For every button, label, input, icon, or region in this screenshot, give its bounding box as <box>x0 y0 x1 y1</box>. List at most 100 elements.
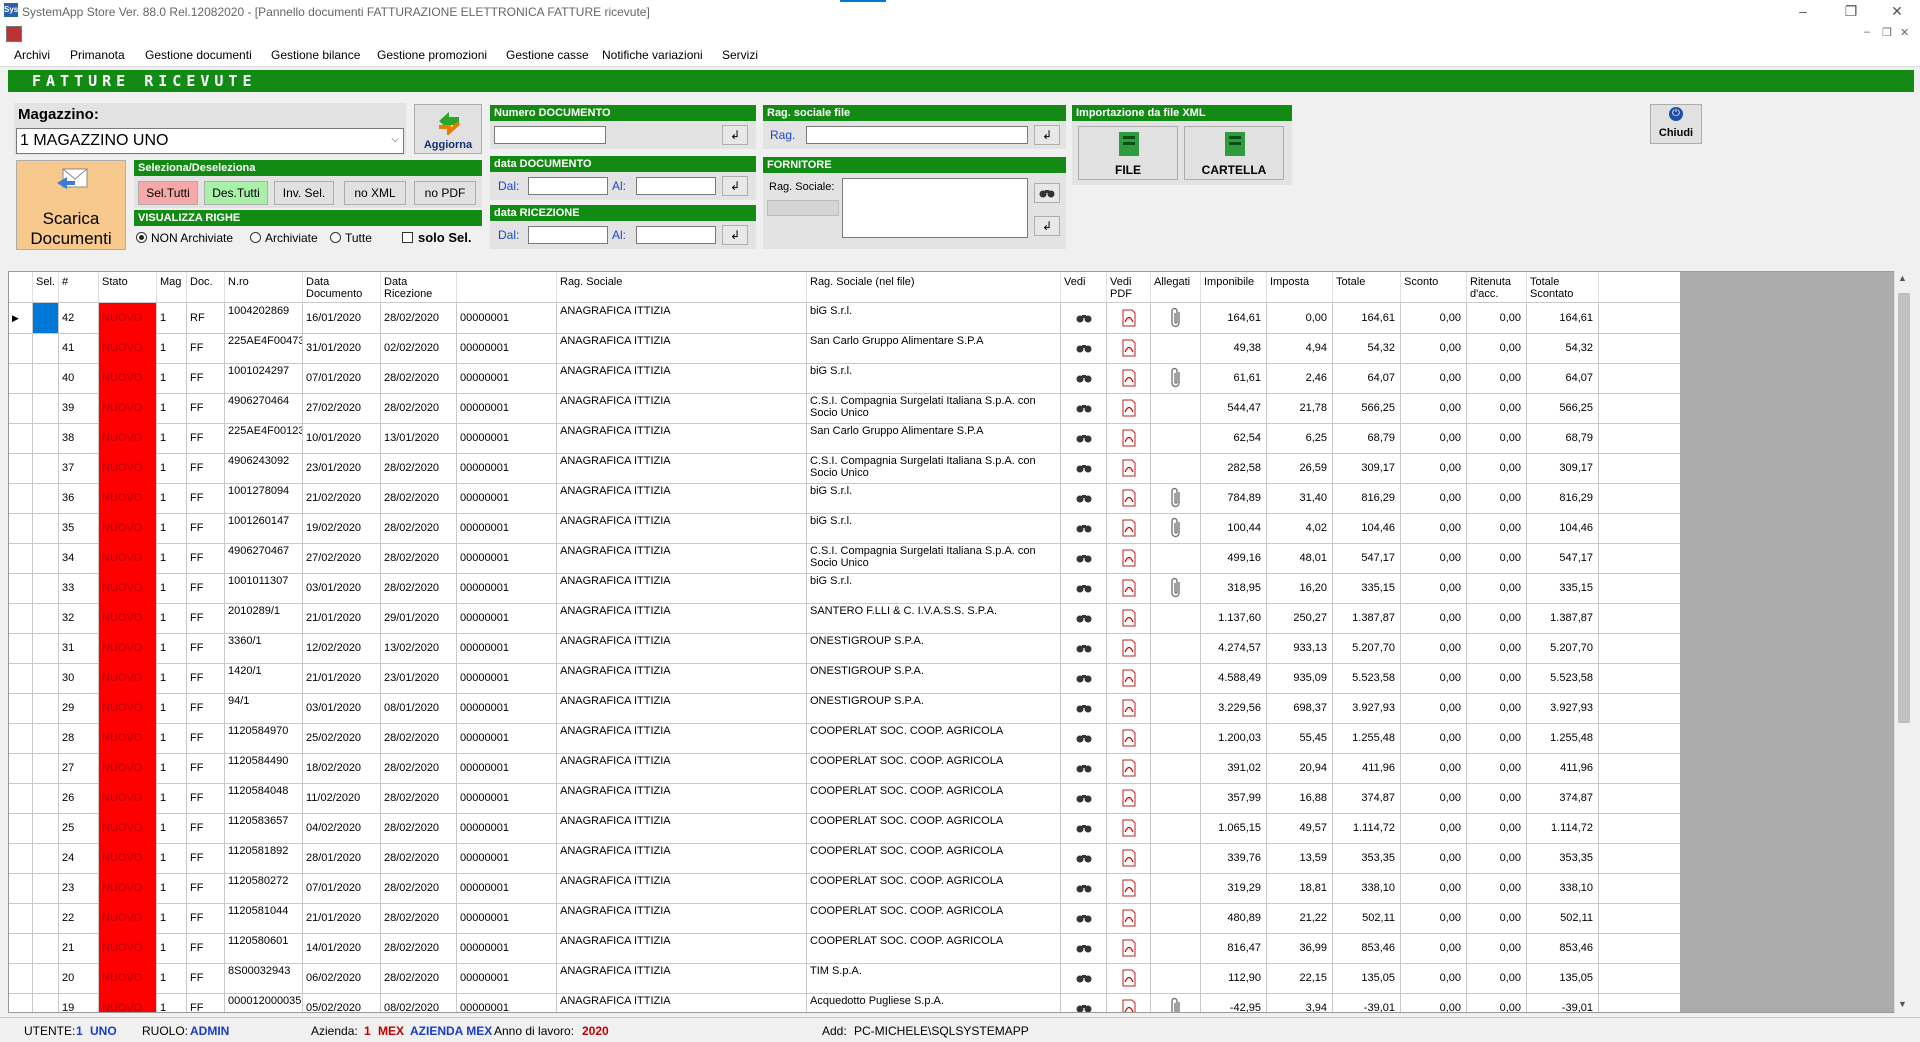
vedi-pdf-button[interactable] <box>1107 993 1151 1012</box>
column-header-id[interactable]: # <box>59 272 99 302</box>
vedi-pdf-button[interactable] <box>1107 543 1151 573</box>
vedi-pdf-button[interactable] <box>1107 603 1151 633</box>
fornitore-enter-button[interactable]: ↲ <box>1034 216 1060 236</box>
table-row[interactable]: 40 NUOVO 1 FF 1001024297 07/01/2020 28/02/2020… <box>9 363 1681 394</box>
column-header-tot_scontato[interactable]: Totale Scontato <box>1527 272 1599 302</box>
vedi-button[interactable] <box>1061 603 1107 633</box>
column-header-totale[interactable]: Totale <box>1333 272 1401 302</box>
fornitore-code-field[interactable] <box>767 200 839 216</box>
vedi-pdf-button[interactable] <box>1107 723 1151 753</box>
table-row[interactable]: 29 NUOVO 1 FF 94/1 03/01/2020 08/01/2020 000000… <box>9 693 1681 724</box>
table-row[interactable]: 41 NUOVO 1 FF 225AE4F00473 31/01/2020 02/02/20… <box>9 333 1681 364</box>
vedi-button[interactable] <box>1061 633 1107 663</box>
menu-gestione-documenti[interactable]: Gestione documenti <box>145 48 252 62</box>
row-select-cell[interactable] <box>33 603 59 633</box>
row-select-cell[interactable] <box>33 393 59 423</box>
minimize-icon[interactable]: – <box>1788 2 1818 20</box>
row-select-cell[interactable] <box>33 843 59 873</box>
mdi-close-icon[interactable]: ✕ <box>1900 26 1909 39</box>
row-select-cell[interactable] <box>33 963 59 993</box>
data-ricezione-al-input[interactable] <box>636 226 716 244</box>
vedi-pdf-button[interactable] <box>1107 393 1151 423</box>
close-icon[interactable]: ✕ <box>1882 2 1912 20</box>
vedi-button[interactable] <box>1061 873 1107 903</box>
archiviate-radio[interactable] <box>250 232 261 243</box>
menu-servizi[interactable]: Servizi <box>722 48 758 62</box>
menu-notifiche-variazioni[interactable]: Notifiche variazioni <box>602 48 703 62</box>
solo-sel-checkbox[interactable] <box>402 232 413 243</box>
menu-gestione-promozioni[interactable]: Gestione promozioni <box>377 48 487 62</box>
row-select-cell[interactable] <box>33 933 59 963</box>
data-ricezione-enter-button[interactable]: ↲ <box>722 225 748 245</box>
menu-archivi[interactable]: Archivi <box>14 48 50 62</box>
import-file-button[interactable]: FILE <box>1078 126 1178 180</box>
menu-primanota[interactable]: Primanota <box>70 48 125 62</box>
column-header-allegati[interactable]: Allegati <box>1151 272 1201 302</box>
allegati-cell[interactable] <box>1151 483 1201 513</box>
allegati-cell[interactable] <box>1151 303 1201 333</box>
vedi-button[interactable] <box>1061 903 1107 933</box>
fornitore-textarea[interactable] <box>842 178 1028 238</box>
row-select-cell[interactable] <box>33 873 59 903</box>
vedi-pdf-button[interactable] <box>1107 963 1151 993</box>
column-header-imposta[interactable]: Imposta <box>1267 272 1333 302</box>
no-xml-button[interactable]: no XML <box>344 181 406 205</box>
table-row[interactable]: 23 NUOVO 1 FF 1120580272 07/01/2020 28/02/2020… <box>9 873 1681 904</box>
vedi-button[interactable] <box>1061 723 1107 753</box>
row-select-cell[interactable] <box>33 663 59 693</box>
vedi-button[interactable] <box>1061 573 1107 603</box>
vedi-pdf-button[interactable] <box>1107 303 1151 333</box>
vedi-button[interactable] <box>1061 333 1107 363</box>
table-row[interactable]: 24 NUOVO 1 FF 1120581892 28/01/2020 28/02/2020… <box>9 843 1681 874</box>
table-row[interactable]: 19 NUOVO 1 FF 000012000035 05/02/2020 08/02/20… <box>9 993 1681 1012</box>
numero-documento-enter-button[interactable]: ↲ <box>722 125 748 145</box>
allegati-cell[interactable] <box>1151 513 1201 543</box>
vedi-pdf-button[interactable] <box>1107 903 1151 933</box>
vedi-button[interactable] <box>1061 513 1107 543</box>
column-header-rag_file[interactable]: Rag. Sociale (nel file) <box>807 272 1061 302</box>
table-row[interactable]: 25 NUOVO 1 FF 1120583657 04/02/2020 28/02/2020… <box>9 813 1681 844</box>
table-row[interactable]: 27 NUOVO 1 FF 1120584490 18/02/2020 28/02/2020… <box>9 753 1681 784</box>
row-select-cell[interactable] <box>33 783 59 813</box>
table-row[interactable]: 20 NUOVO 1 FF 8S00032943 06/02/2020 28/02/2020… <box>9 963 1681 994</box>
import-cartella-button[interactable]: CARTELLA <box>1184 126 1284 180</box>
column-header-mag[interactable]: Mag <box>157 272 187 302</box>
row-select-cell[interactable] <box>33 693 59 723</box>
scroll-up-icon[interactable]: ▲ <box>1898 273 1907 283</box>
numero-documento-input[interactable] <box>494 126 606 144</box>
column-header-code[interactable] <box>457 272 557 302</box>
table-row[interactable]: 22 NUOVO 1 FF 1120581044 21/01/2020 28/02/2020… <box>9 903 1681 934</box>
row-select-cell[interactable] <box>33 633 59 663</box>
vedi-pdf-button[interactable] <box>1107 423 1151 453</box>
inv-sel-button[interactable]: Inv. Sel. <box>274 181 334 205</box>
vedi-pdf-button[interactable] <box>1107 843 1151 873</box>
column-header-sconto[interactable]: Sconto <box>1401 272 1467 302</box>
scroll-down-icon[interactable]: ▼ <box>1898 999 1907 1009</box>
row-select-cell[interactable] <box>33 543 59 573</box>
vedi-pdf-button[interactable] <box>1107 783 1151 813</box>
vedi-button[interactable] <box>1061 843 1107 873</box>
maximize-icon[interactable]: ❐ <box>1836 2 1866 20</box>
vedi-button[interactable] <box>1061 813 1107 843</box>
allegati-cell[interactable] <box>1151 363 1201 393</box>
row-select-cell[interactable] <box>33 573 59 603</box>
scrollbar-thumb[interactable] <box>1898 293 1910 723</box>
table-row[interactable]: 33 NUOVO 1 FF 1001011307 03/01/2020 28/02/2020… <box>9 573 1681 604</box>
vedi-pdf-button[interactable] <box>1107 693 1151 723</box>
allegati-cell[interactable] <box>1151 993 1201 1012</box>
vedi-pdf-button[interactable] <box>1107 933 1151 963</box>
aggiorna-button[interactable]: Aggiorna <box>414 104 482 154</box>
non-archiviate-radio[interactable] <box>136 232 147 243</box>
sel-tutti-button[interactable]: Sel.Tutti <box>138 181 198 205</box>
des-tutti-button[interactable]: Des.Tutti <box>204 181 268 205</box>
column-header-doc[interactable]: Doc. <box>187 272 225 302</box>
menu-gestione-bilance[interactable]: Gestione bilance <box>271 48 360 62</box>
row-select-cell[interactable] <box>33 423 59 453</box>
row-select-cell[interactable] <box>33 303 59 333</box>
table-row[interactable]: 28 NUOVO 1 FF 1120584970 25/02/2020 28/02/2020… <box>9 723 1681 754</box>
column-header-rag[interactable]: Rag. Sociale <box>557 272 807 302</box>
vedi-button[interactable] <box>1061 423 1107 453</box>
table-row[interactable]: 39 NUOVO 1 FF 4906270464 27/02/2020 28/02/2020… <box>9 393 1681 424</box>
rag-sociale-file-enter-button[interactable]: ↲ <box>1034 125 1060 145</box>
row-select-cell[interactable] <box>33 903 59 933</box>
